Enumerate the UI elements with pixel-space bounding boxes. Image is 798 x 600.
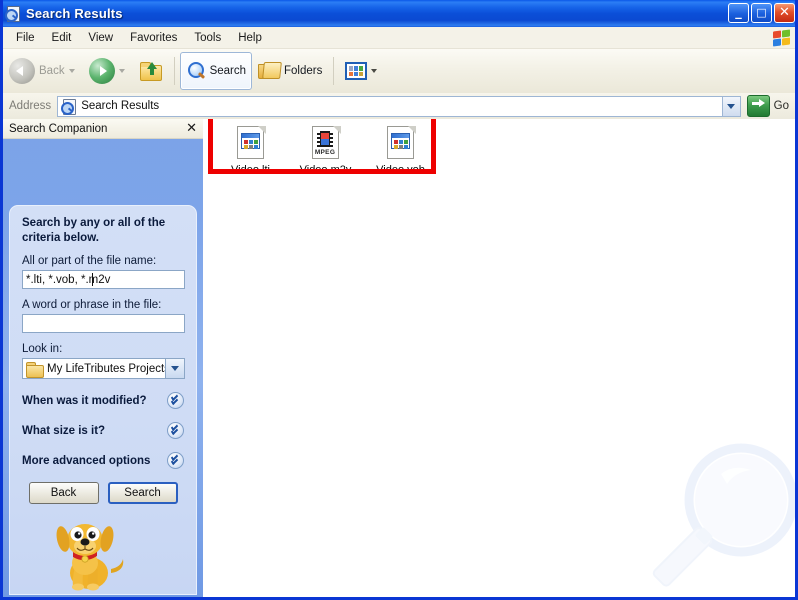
- title-bar: Search Results _ □ ✕: [0, 0, 798, 27]
- go-button[interactable]: Go: [746, 95, 789, 117]
- close-icon[interactable]: ✕: [186, 121, 197, 136]
- arrow-left-icon: [9, 58, 35, 84]
- windows-flag-icon: [771, 29, 791, 47]
- file-item-video-vob[interactable]: Video.vob: [363, 120, 438, 176]
- views-button[interactable]: [339, 52, 385, 90]
- lookin-select[interactable]: My LifeTributes Projects: [22, 358, 185, 379]
- forward-dropdown-icon[interactable]: [118, 69, 125, 73]
- results-pane[interactable]: Video.lti MPEG Video.m2v Video.vob: [203, 119, 795, 597]
- search-companion-panel: Search Companion ✕ Search by any or all …: [3, 119, 203, 597]
- arrow-right-icon: [88, 58, 115, 84]
- search-companion-actions: Back Search: [22, 482, 184, 504]
- address-value: Search Results: [81, 100, 160, 112]
- file-item-video-m2v[interactable]: MPEG Video.m2v: [288, 120, 363, 176]
- close-icon: ✕: [779, 5, 790, 20]
- green-arrow-icon: [746, 95, 770, 117]
- search-document-icon: [61, 98, 77, 115]
- back-label: Back: [39, 65, 65, 77]
- forward-button[interactable]: [83, 52, 133, 90]
- expander-what-size-label: What size is it?: [22, 424, 106, 437]
- search-label: Search: [209, 65, 247, 77]
- generic-document-icon: [235, 126, 267, 160]
- folders-label: Folders: [284, 65, 323, 77]
- search-button[interactable]: Search: [179, 52, 253, 90]
- search-companion-header: Search Companion ✕: [3, 119, 203, 139]
- generic-document-icon: [385, 126, 417, 160]
- minimize-button[interactable]: _: [728, 3, 749, 23]
- address-bar: Address Search Results Go: [3, 93, 795, 119]
- filename-label: All or part of the file name:: [22, 255, 157, 267]
- double-chevron-down-icon: [167, 452, 184, 469]
- search-document-icon: [5, 5, 21, 22]
- menu-item-help[interactable]: Help: [230, 30, 270, 46]
- filename-input[interactable]: *.lti, *.vob, *.m2v: [22, 270, 185, 289]
- menu-item-file[interactable]: File: [8, 30, 43, 46]
- address-dropdown-button[interactable]: [721, 96, 740, 116]
- magnifier-watermark: [652, 443, 795, 587]
- back-dropdown-icon[interactable]: [68, 69, 75, 73]
- search-dog-rover[interactable]: [45, 515, 131, 593]
- up-button[interactable]: [133, 52, 169, 90]
- menu-item-favorites[interactable]: Favorites: [122, 30, 185, 46]
- file-label: Video.lti: [231, 164, 270, 176]
- views-dropdown-icon[interactable]: [371, 69, 378, 73]
- expander-when-modified-label: When was it modified?: [22, 394, 147, 407]
- expander-advanced-options-label: More advanced options: [22, 454, 151, 467]
- menu-item-view[interactable]: View: [80, 30, 121, 46]
- mpeg-film-icon: MPEG: [310, 126, 342, 160]
- folders-icon: [258, 61, 282, 81]
- up-folder-icon: [139, 60, 163, 82]
- expander-advanced-options[interactable]: More advanced options: [22, 452, 184, 469]
- word-phrase-label: A word or phrase in the file:: [22, 299, 162, 311]
- maximize-icon: □: [756, 6, 767, 19]
- lookin-dropdown-button[interactable]: [165, 359, 184, 378]
- address-label: Address: [9, 100, 52, 112]
- search-action-button[interactable]: Search: [107, 482, 178, 504]
- back-action-button[interactable]: Back: [28, 482, 99, 504]
- menu-item-edit[interactable]: Edit: [44, 30, 80, 46]
- maximize-button[interactable]: □: [751, 3, 772, 23]
- folders-button[interactable]: Folders: [252, 52, 328, 90]
- toolbar-separator: [173, 57, 175, 85]
- expander-what-size[interactable]: What size is it?: [22, 422, 184, 439]
- menu-bar: File Edit View Favorites Tools Help: [3, 27, 795, 49]
- chevron-down-icon: [727, 103, 736, 109]
- word-phrase-input[interactable]: [22, 314, 185, 333]
- mpeg-icon-text: MPEG: [314, 149, 336, 156]
- window-title: Search Results: [26, 6, 123, 21]
- filename-value: *.lti, *.vob, *.m2v: [26, 273, 111, 286]
- views-grid-icon: [345, 62, 368, 80]
- toolbar-separator-2: [333, 57, 335, 85]
- lookin-value: My LifeTributes Projects: [47, 362, 165, 375]
- text-caret: [92, 273, 93, 286]
- window-body: Search Companion ✕ Search by any or all …: [3, 119, 795, 597]
- back-button[interactable]: Back: [3, 52, 83, 90]
- window-controls: _ □ ✕: [728, 3, 795, 23]
- close-button[interactable]: ✕: [774, 3, 795, 23]
- folder-icon: [26, 361, 44, 378]
- address-input[interactable]: Search Results: [57, 95, 741, 117]
- go-label: Go: [773, 100, 789, 112]
- menu-item-tools[interactable]: Tools: [186, 30, 229, 46]
- minimize-icon: _: [735, 5, 742, 20]
- lookin-label: Look in:: [22, 343, 63, 355]
- file-item-video-lti[interactable]: Video.lti: [213, 120, 288, 176]
- expander-when-modified[interactable]: When was it modified?: [22, 392, 184, 409]
- search-criteria-heading: Search by any or all of the criteria bel…: [22, 217, 166, 244]
- search-companion-title: Search Companion: [9, 122, 108, 135]
- magnifier-icon: [186, 61, 206, 81]
- file-label: Video.m2v: [299, 164, 352, 176]
- search-results-window: Search Results _ □ ✕ File Edit View Favo…: [0, 0, 798, 600]
- double-chevron-down-icon: [167, 422, 184, 439]
- chevron-down-icon: [171, 366, 179, 371]
- file-label: Video.vob: [376, 164, 425, 176]
- file-results-grid: Video.lti MPEG Video.m2v Video.vob: [213, 120, 438, 176]
- toolbar: Back Search Folders: [3, 49, 795, 93]
- double-chevron-down-icon: [167, 392, 184, 409]
